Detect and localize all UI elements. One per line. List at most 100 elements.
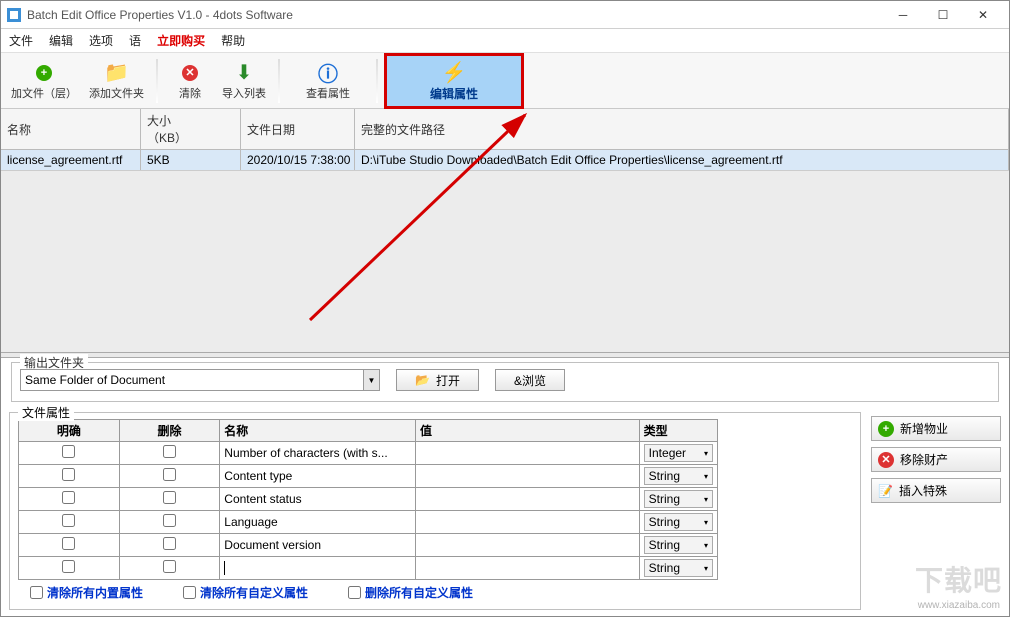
menu-options[interactable]: 选项 (89, 32, 113, 49)
toolbar-separator (278, 59, 280, 103)
delete-custom-checkbox[interactable]: 删除所有自定义属性 (348, 584, 473, 601)
clear-custom-checkbox[interactable]: 清除所有自定义属性 (183, 584, 308, 601)
prop-type-cell[interactable]: Integer▾ (639, 442, 717, 465)
chevron-down-icon: ▾ (704, 564, 708, 573)
prop-name-cell[interactable]: Content type (220, 465, 416, 488)
lightning-icon: ⚡ (442, 60, 467, 85)
combo-dropdown-icon: ▼ (363, 370, 379, 390)
browse-button[interactable]: &浏览 (495, 369, 565, 391)
chevron-down-icon: ▾ (704, 518, 708, 527)
titlebar: Batch Edit Office Properties V1.0 - 4dot… (1, 1, 1009, 29)
view-properties-button[interactable]: ⓘ 查看属性 (288, 55, 368, 107)
prop-type-cell[interactable]: String▾ (639, 534, 717, 557)
cell-date: 2020/10/15 7:38:00 (241, 150, 355, 170)
menu-language[interactable]: 语 (129, 32, 141, 49)
prop-type-cell[interactable]: String▾ (639, 488, 717, 511)
prop-value-cell[interactable] (416, 465, 640, 488)
prop-name-cell[interactable]: Language (220, 511, 416, 534)
property-row[interactable]: Language String▾ (19, 511, 718, 534)
cell-size: 5KB (141, 150, 241, 170)
explicit-checkbox[interactable] (62, 445, 75, 458)
toolbar-separator (376, 59, 378, 103)
chevron-down-icon: ▾ (704, 495, 708, 504)
prop-type-cell[interactable]: String▾ (639, 511, 717, 534)
table-row[interactable]: license_agreement.rtf 5KB 2020/10/15 7:3… (1, 150, 1009, 171)
prop-value-cell[interactable] (416, 488, 640, 511)
menubar: 文件 编辑 选项 语 立即购买 帮助 (1, 29, 1009, 53)
add-files-button[interactable]: + 加文件（层） (7, 55, 81, 107)
delete-icon: ✕ (878, 452, 894, 468)
th-type[interactable]: 类型 (639, 420, 717, 442)
toolbar: + 加文件（层） 📁 添加文件夹 ✕ 清除 ⬇ 导入列表 ⓘ 查看属性 ⚡ 编辑… (1, 53, 1009, 109)
add-property-button[interactable]: +新增物业 (871, 416, 1001, 441)
clear-builtin-checkbox[interactable]: 清除所有内置属性 (30, 584, 143, 601)
delete-checkbox[interactable] (163, 560, 176, 573)
file-properties-legend: 文件属性 (18, 404, 74, 421)
prop-value-cell[interactable] (416, 511, 640, 534)
property-row[interactable]: Content type String▾ (19, 465, 718, 488)
prop-value-cell[interactable] (416, 442, 640, 465)
th-explicit[interactable]: 明确 (19, 420, 120, 442)
prop-name-cell[interactable]: Content status (220, 488, 416, 511)
import-list-button[interactable]: ⬇ 导入列表 (218, 55, 270, 107)
property-row[interactable]: Content status String▾ (19, 488, 718, 511)
file-grid: 名称 大小（KB） 文件日期 完整的文件路径 license_agreement… (1, 109, 1009, 171)
delete-checkbox[interactable] (163, 514, 176, 527)
th-value[interactable]: 值 (416, 420, 640, 442)
menu-edit[interactable]: 编辑 (49, 32, 73, 49)
delete-checkbox[interactable] (163, 537, 176, 550)
explicit-checkbox[interactable] (62, 514, 75, 527)
app-icon (7, 8, 21, 22)
output-folder-combo[interactable]: Same Folder of Document ▼ (20, 369, 380, 391)
plus-icon: + (878, 421, 894, 437)
explicit-checkbox[interactable] (62, 537, 75, 550)
prop-name-cell[interactable]: Number of characters (with s... (220, 442, 416, 465)
menu-buynow[interactable]: 立即购买 (157, 32, 205, 49)
property-row[interactable]: Number of characters (with s... Integer▾ (19, 442, 718, 465)
maximize-button[interactable]: ☐ (923, 1, 963, 29)
explicit-checkbox[interactable] (62, 560, 75, 573)
col-header-date[interactable]: 文件日期 (241, 109, 355, 149)
edit-icon: 📝 (878, 484, 893, 498)
clear-button[interactable]: ✕ 清除 (166, 55, 214, 107)
remove-property-button[interactable]: ✕移除财产 (871, 447, 1001, 472)
col-header-size[interactable]: 大小（KB） (141, 109, 241, 149)
col-header-name[interactable]: 名称 (1, 109, 141, 149)
prop-type-cell[interactable]: String▾ (639, 557, 717, 580)
menu-help[interactable]: 帮助 (221, 32, 245, 49)
prop-name-cell[interactable] (220, 557, 416, 580)
folder-open-icon: 📂 (415, 373, 430, 387)
open-folder-button[interactable]: 📂 打开 (396, 369, 479, 391)
chevron-down-icon: ▾ (704, 541, 708, 550)
delete-checkbox[interactable] (163, 445, 176, 458)
close-button[interactable]: ✕ (963, 1, 1003, 29)
plus-circle-icon: + (32, 61, 56, 85)
th-delete[interactable]: 删除 (119, 420, 220, 442)
explicit-checkbox[interactable] (62, 491, 75, 504)
delete-checkbox[interactable] (163, 491, 176, 504)
prop-name-cell[interactable]: Document version (220, 534, 416, 557)
prop-value-cell[interactable] (416, 557, 640, 580)
grid-empty-area (1, 171, 1009, 352)
add-folder-button[interactable]: 📁 添加文件夹 (85, 55, 148, 107)
output-folder-group: 输出文件夹 Same Folder of Document ▼ 📂 打开 &浏览 (11, 362, 999, 402)
properties-table: 明确 删除 名称 值 类型 Number of characters (with… (18, 419, 718, 580)
property-row[interactable]: Document version String▾ (19, 534, 718, 557)
watermark-url: www.xiazaiba.com (918, 600, 1000, 611)
window-title: Batch Edit Office Properties V1.0 - 4dot… (27, 8, 883, 22)
file-properties-group: 文件属性 明确 删除 名称 值 类型 Number of characters … (9, 412, 861, 610)
col-header-path[interactable]: 完整的文件路径 (355, 109, 1009, 149)
prop-type-cell[interactable]: String▾ (639, 465, 717, 488)
minimize-button[interactable]: ─ (883, 1, 923, 29)
th-name[interactable]: 名称 (220, 420, 416, 442)
insert-special-button[interactable]: 📝插入特殊 (871, 478, 1001, 503)
delete-circle-icon: ✕ (178, 61, 202, 85)
prop-value-cell[interactable] (416, 534, 640, 557)
property-row[interactable]: String▾ (19, 557, 718, 580)
edit-properties-button[interactable]: ⚡ 编辑属性 (384, 53, 524, 109)
menu-file[interactable]: 文件 (9, 32, 33, 49)
chevron-down-icon: ▾ (704, 449, 708, 458)
delete-checkbox[interactable] (163, 468, 176, 481)
explicit-checkbox[interactable] (62, 468, 75, 481)
footer-checks: 清除所有内置属性 清除所有自定义属性 删除所有自定义属性 (18, 580, 852, 605)
